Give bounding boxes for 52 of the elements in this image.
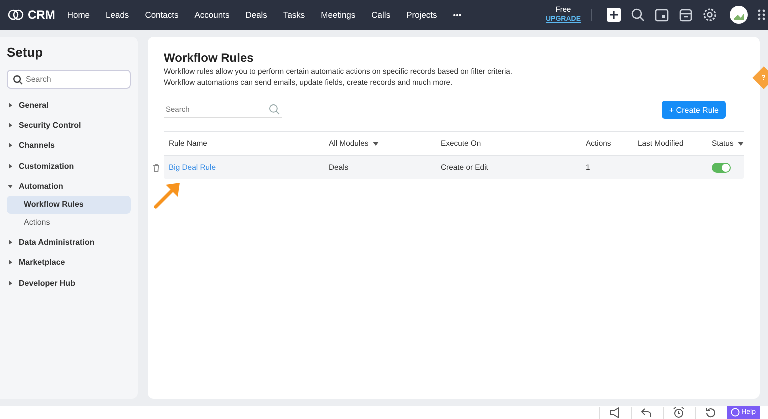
nav-tab[interactable]: Projects: [406, 10, 438, 20]
search-field[interactable]: Search: [7, 70, 131, 89]
caret-right-icon: [8, 260, 13, 266]
sidebar-item[interactable]: Marketplace: [7, 252, 131, 274]
nav-tab[interactable]: Home: [67, 10, 90, 20]
more-button[interactable]: •••: [453, 10, 462, 20]
logo-icon: [8, 9, 24, 21]
caret-right-icon: [8, 280, 13, 286]
help-icon: [730, 408, 740, 417]
caret-right-icon: [8, 164, 13, 169]
sidebar-subitem[interactable]: Workflow Rules: [7, 196, 131, 214]
sidebar-item[interactable]: Customization: [7, 156, 131, 176]
settings-icon[interactable]: [702, 7, 718, 23]
search-icon[interactable]: [630, 7, 646, 23]
sidebar-item[interactable]: Security Control: [7, 115, 131, 136]
caret-right-icon: [8, 240, 13, 246]
search-icon: [13, 75, 23, 85]
trash-icon[interactable]: [153, 164, 160, 172]
caret-down-icon: [372, 142, 379, 146]
nav-tab[interactable]: Accounts: [194, 10, 230, 20]
sidebar-item[interactable]: Channels: [7, 136, 131, 156]
nav-tab[interactable]: Calls: [372, 10, 391, 20]
sidebar-item[interactable]: Data Administration: [7, 232, 131, 253]
page-title: Workflow Rules: [164, 51, 255, 65]
history-icon[interactable]: [705, 406, 718, 418]
status-toggle[interactable]: [712, 162, 731, 172]
sidebar-item[interactable]: Automation: [7, 176, 131, 196]
reply-icon[interactable]: [641, 406, 654, 418]
nav-tab[interactable]: Tasks: [283, 10, 306, 20]
nav-tab[interactable]: Meetings: [321, 10, 356, 20]
avatar-icon[interactable]: [730, 6, 748, 24]
sidebar-item[interactable]: General: [7, 95, 131, 116]
sidebar-subitem[interactable]: Actions: [7, 214, 131, 232]
megaphone-icon[interactable]: [609, 406, 622, 418]
alarm-clock-icon[interactable]: [673, 406, 686, 418]
calendar-icon[interactable]: [654, 7, 670, 23]
nav-tab[interactable]: Leads: [106, 10, 130, 20]
caret-down-icon: [8, 184, 13, 189]
add-icon[interactable]: [606, 7, 622, 23]
caret-right-icon: [8, 102, 13, 108]
apps-grid-icon[interactable]: [758, 9, 766, 21]
store-icon[interactable]: [678, 7, 694, 23]
app-name: CRM: [28, 8, 56, 22]
sidebar-item[interactable]: Developer Hub: [7, 273, 131, 294]
nav-tab[interactable]: Contacts: [145, 10, 179, 20]
search-icon: [269, 104, 280, 115]
annotation-arrow: [153, 180, 183, 210]
nav-tab[interactable]: Deals: [246, 10, 268, 20]
caret-right-icon: [8, 143, 13, 148]
caret-down-icon: [738, 142, 744, 146]
caret-right-icon: [8, 122, 13, 128]
sidebar-title: Setup: [7, 45, 44, 60]
